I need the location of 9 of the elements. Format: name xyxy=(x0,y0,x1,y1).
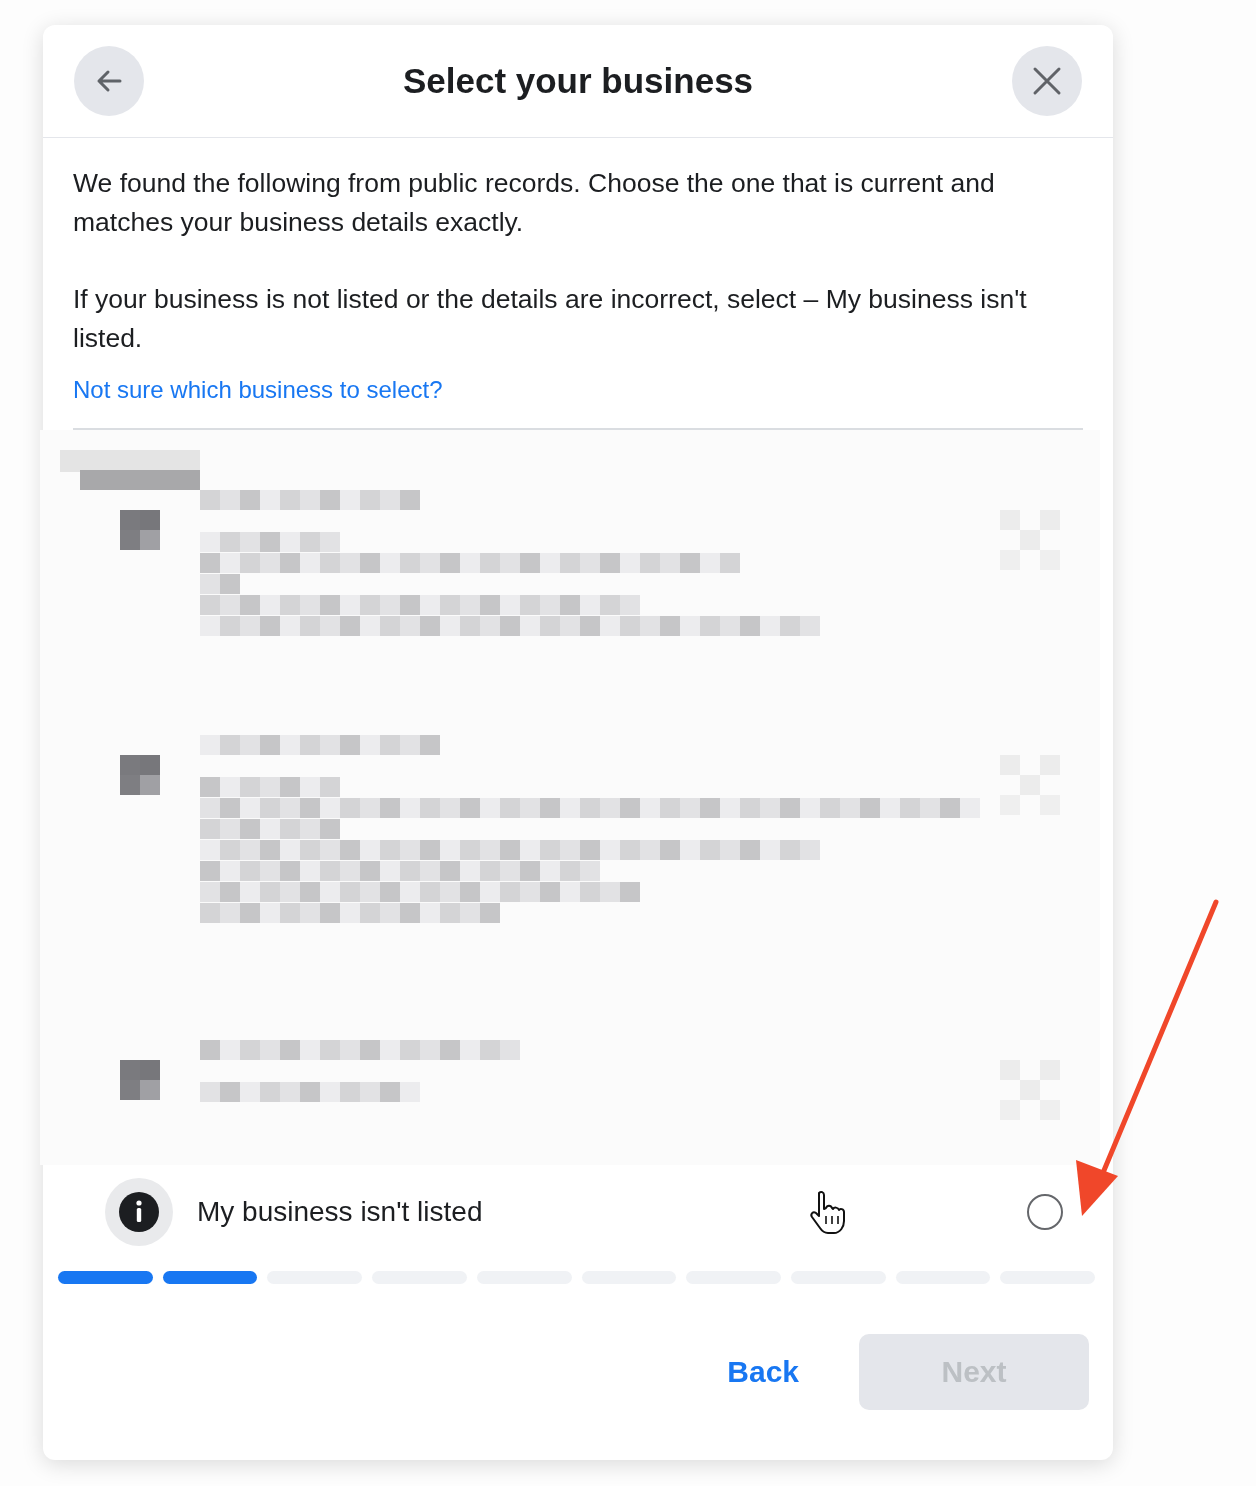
instruction-text: We found the following from public records. Choose the one that is current and matches your business details exactly. xyxy=(73,167,996,239)
dialog-title: Select your business xyxy=(402,61,754,101)
radio-button[interactable] xyxy=(1027,1194,1063,1230)
instruction-text: If your business is not listed or the details are incorrect, select – My business isn't listed. xyxy=(73,283,1028,355)
help-link[interactable]: Not sure which business to select? xyxy=(73,376,443,404)
option-label: My business isn't listed xyxy=(197,1196,484,1228)
info-icon xyxy=(105,1178,173,1246)
back-button[interactable]: Back xyxy=(687,1334,839,1410)
close-icon xyxy=(1031,65,1063,97)
